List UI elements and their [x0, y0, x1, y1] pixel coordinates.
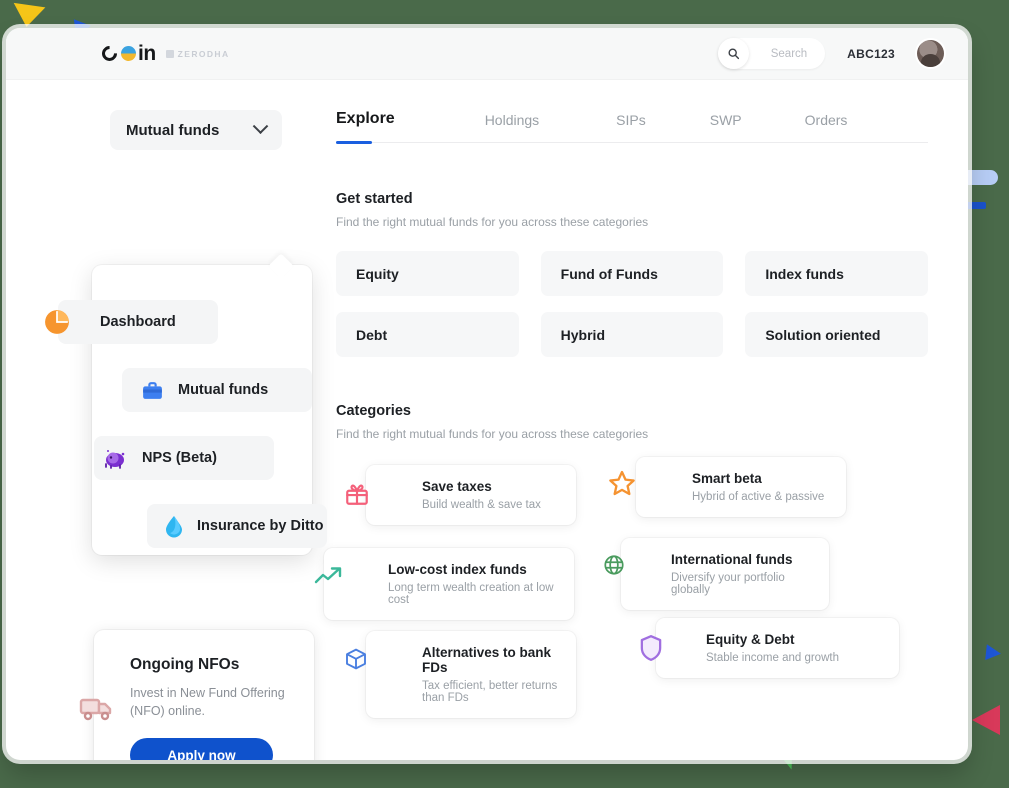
category-card-subtitle: Long term wealth creation at low cost [388, 582, 554, 606]
decoration-triangle-blue-right [985, 644, 1002, 662]
category-card-subtitle: Stable income and growth [706, 652, 839, 664]
page-content: Mutual funds Dashboard Mutual funds NPS … [6, 80, 968, 760]
get-started-subtitle: Find the right mutual funds for you acro… [336, 215, 649, 229]
zerodha-label: ZERODHA [177, 48, 230, 59]
category-card-title: Equity & Debt [706, 632, 795, 647]
category-card-subtitle: Hybrid of active & passive [692, 491, 825, 503]
category-card-subtitle: Build wealth & save tax [422, 499, 541, 511]
category-card-title: Smart beta [692, 471, 762, 486]
tile-equity[interactable]: Equity [336, 251, 519, 296]
product-switcher-menu: Dashboard Mutual funds NPS (Beta) Insura… [45, 253, 327, 555]
menu-item-dashboard[interactable]: Dashboard [45, 300, 218, 344]
menu-item-nps[interactable]: NPS (Beta) [94, 436, 274, 480]
shield-icon [638, 634, 664, 667]
avatar[interactable] [917, 40, 944, 67]
decoration-triangle-yellow [10, 2, 46, 30]
nfo-description: Invest in New Fund Offering (NFO) online… [130, 686, 285, 719]
get-started-section: Get started Find the right mutual funds … [336, 191, 928, 357]
logo-in-text: in [138, 41, 156, 65]
main-tabs: Explore Holdings SIPs SWP Orders [336, 110, 928, 144]
zerodha-mark-icon [165, 49, 174, 58]
zerodha-parent-brand: ZERODHA [165, 48, 230, 59]
category-card-title: Low-cost index funds [388, 562, 527, 577]
categories-subtitle: Find the right mutual funds for you acro… [336, 427, 649, 441]
tab-explore[interactable]: Explore [336, 110, 395, 144]
menu-item-label: Dashboard [100, 314, 176, 330]
category-card-subtitle: Tax efficient, better returns than FDs [422, 680, 558, 704]
search-input[interactable]: Search [749, 48, 807, 60]
star-icon [608, 469, 636, 502]
tile-index-funds[interactable]: Index funds [745, 251, 928, 296]
apply-now-button[interactable]: Apply now [130, 738, 273, 760]
main-panel: Explore Holdings SIPs SWP Orders Get sta… [314, 110, 968, 760]
tab-orders[interactable]: Orders [805, 112, 848, 142]
category-card-smart-beta[interactable]: Smart beta Hybrid of active & passive [609, 457, 846, 517]
categories-title: Categories [336, 403, 411, 419]
search-icon[interactable] [717, 38, 749, 69]
header-right-cluster: Search ABC123 [717, 38, 944, 69]
browser-window: in ZERODHA Search ABC123 Mutual funds Da… [6, 28, 968, 760]
ongoing-nfo-card[interactable]: Ongoing NFOs Invest in New Fund Offering… [79, 630, 314, 760]
app-header: in ZERODHA Search ABC123 [6, 28, 968, 80]
menu-item-label: Mutual funds [178, 382, 269, 398]
tile-solution-oriented[interactable]: Solution oriented [745, 312, 928, 357]
logo-o-icon [121, 46, 136, 61]
briefcase-icon [140, 378, 165, 408]
category-card-save-taxes[interactable]: Save taxes Build wealth & save tax [346, 465, 576, 525]
user-id-label[interactable]: ABC123 [847, 47, 895, 61]
tile-hybrid[interactable]: Hybrid [540, 312, 724, 357]
get-started-title: Get started [336, 191, 413, 207]
tab-holdings[interactable]: Holdings [485, 112, 539, 142]
category-card-title: Alternatives to bank FDs [422, 645, 552, 675]
chevron-down-icon [252, 117, 269, 134]
get-started-tiles: Equity Fund of Funds Index funds Debt Hy… [336, 251, 928, 357]
product-switcher-label: Mutual funds [126, 121, 220, 139]
water-drop-icon [163, 514, 185, 543]
delivery-truck-icon [78, 692, 116, 729]
product-switcher-button[interactable]: Mutual funds [110, 110, 282, 150]
tile-debt[interactable]: Debt [336, 312, 519, 357]
category-card-alternatives-to-bank-fds[interactable]: Alternatives to bank FDs Tax efficient, … [346, 631, 576, 718]
tab-sips[interactable]: SIPs [616, 112, 646, 142]
decoration-bar-blue [965, 202, 986, 209]
category-card-area: Save taxes Build wealth & save tax Smart… [314, 457, 928, 718]
menu-item-label: NPS (Beta) [142, 450, 217, 466]
menu-item-mutual-funds[interactable]: Mutual funds [122, 368, 312, 412]
nfo-title: Ongoing NFOs [130, 656, 240, 673]
category-card-subtitle: Diversify your portfolio globally [671, 572, 785, 596]
search-bar[interactable]: Search [717, 38, 826, 69]
pie-chart-icon [44, 309, 70, 340]
menu-item-label: Insurance by Ditto [197, 518, 324, 534]
gift-icon [344, 481, 370, 512]
cube-icon [344, 647, 368, 676]
brand-logo[interactable]: in ZERODHA [98, 41, 230, 66]
globe-icon [603, 554, 625, 581]
decoration-triangle-red [972, 705, 1000, 735]
sidebar: Mutual funds Dashboard Mutual funds NPS … [6, 110, 336, 760]
category-card-low-cost-index-funds[interactable]: Low-cost index funds Long term wealth cr… [314, 548, 574, 620]
coin-logo: in [98, 41, 156, 66]
piggy-bank-icon [102, 447, 128, 474]
category-card-international-funds[interactable]: International funds Diversify your portf… [604, 538, 829, 610]
logo-c-icon [98, 42, 121, 65]
menu-item-insurance-ditto[interactable]: Insurance by Ditto [147, 504, 327, 548]
tab-swp[interactable]: SWP [710, 112, 742, 142]
tile-fund-of-funds[interactable]: Fund of Funds [540, 251, 724, 296]
categories-section: Categories Find the right mutual funds f… [314, 403, 928, 718]
menu-pointer-arrow [268, 253, 294, 279]
category-card-title: International funds [671, 552, 793, 567]
category-card-title: Save taxes [422, 479, 492, 494]
screenshot-stage: in ZERODHA Search ABC123 Mutual funds Da… [0, 0, 1009, 788]
trending-up-icon [314, 564, 344, 593]
category-card-equity-and-debt[interactable]: Equity & Debt Stable income and growth [640, 618, 899, 678]
